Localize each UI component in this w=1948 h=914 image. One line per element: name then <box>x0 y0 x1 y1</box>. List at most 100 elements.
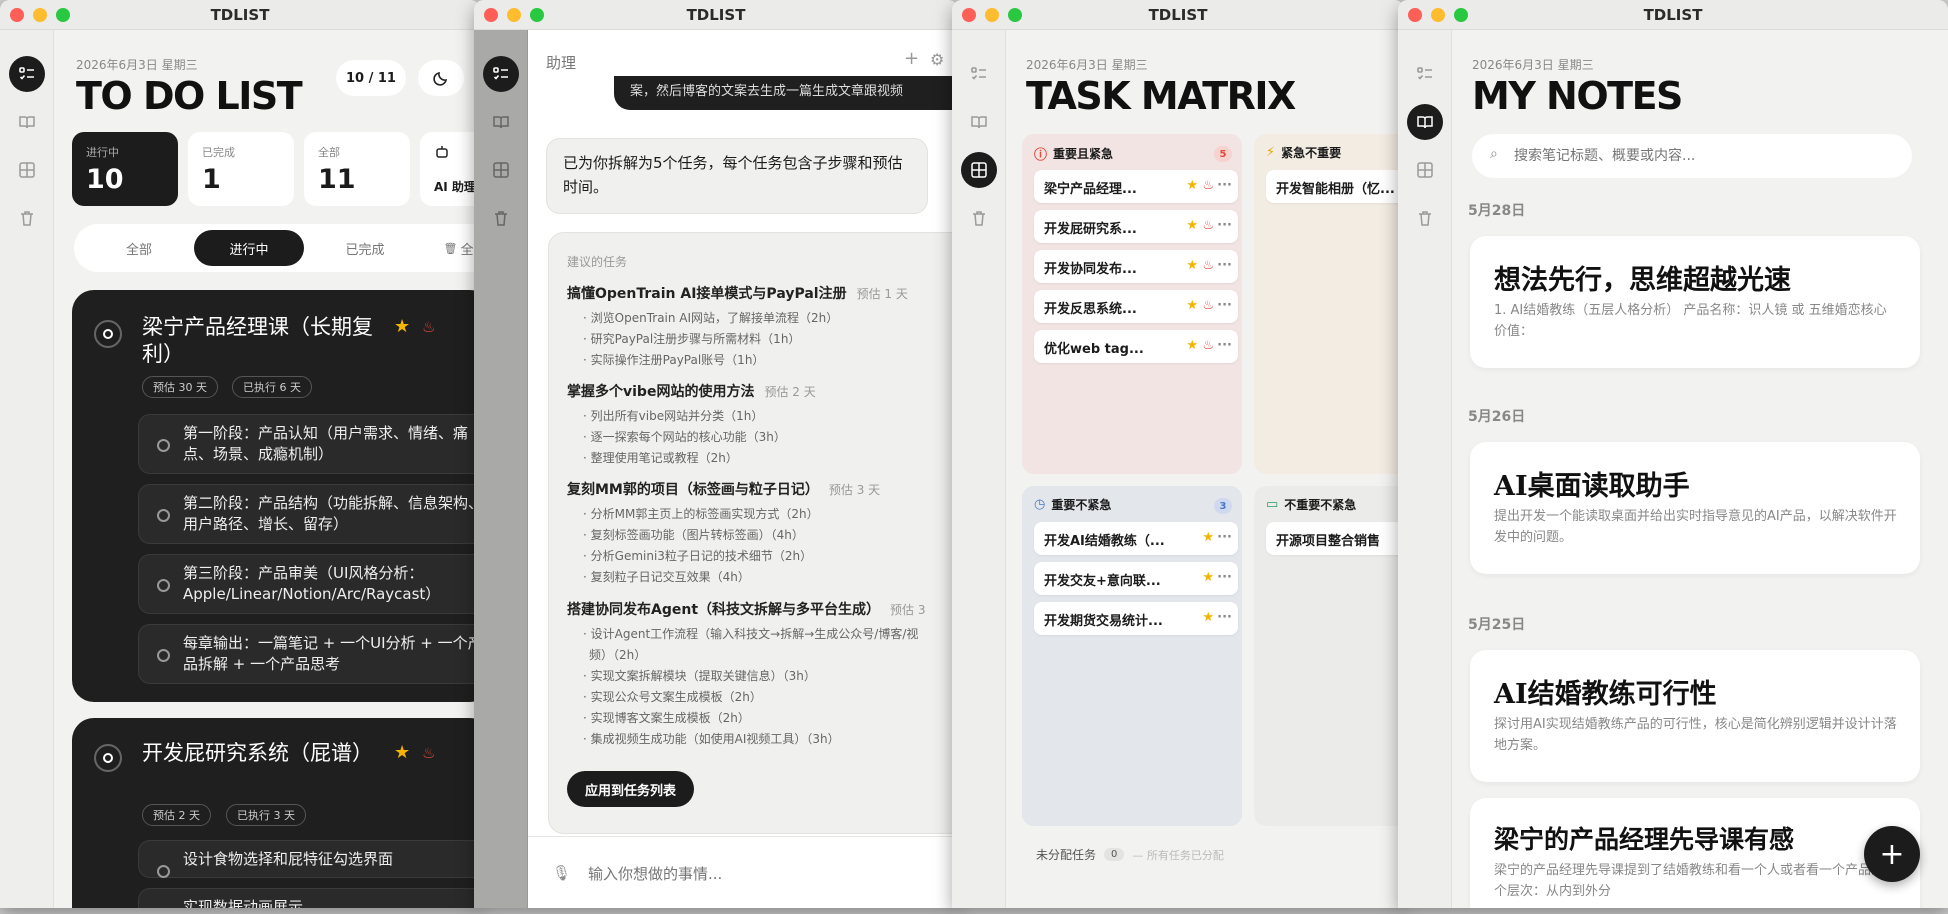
tab-trash-all[interactable]: 🗑全部 <box>430 230 481 266</box>
sidebar-item-notes[interactable] <box>961 104 997 140</box>
more-icon[interactable]: ··· <box>1217 218 1232 233</box>
stat-completed[interactable]: 已完成 1 <box>188 132 294 206</box>
matrix-task[interactable]: 开发屁研究系... ★ ♨ ··· <box>1034 210 1238 243</box>
plus-icon[interactable]: + <box>904 48 919 69</box>
star-icon[interactable]: ★ <box>394 316 410 337</box>
suggested-task-title: 搭建协同发布Agent（科技文拆解与多平台生成） 预估 3 <box>567 602 926 618</box>
progress-counter: 10 / 11 <box>336 60 406 96</box>
sidebar-item-notes[interactable] <box>1407 104 1443 140</box>
estimate-badge: 预估 2 天 <box>142 804 211 826</box>
more-icon[interactable]: ··· <box>1217 610 1232 625</box>
fire-icon[interactable]: ♨ <box>422 744 435 762</box>
matrix-task[interactable]: 优化web tag... ★ ♨ ··· <box>1034 330 1238 363</box>
note-summary: 提出开发一个能读取桌面并给出实时指导意见的AI产品，以解决软件开发中的问题。 <box>1494 509 1897 545</box>
tab-completed[interactable]: 已完成 <box>310 230 420 266</box>
book-icon <box>493 116 509 129</box>
quadrant-important-not-urgent: ◷ 重要不紧急 3 开发AI结婚教练（... ★ ··· 开发交友+意向联... ★ ··… <box>1022 486 1242 826</box>
sidebar-item-trash[interactable] <box>961 200 997 236</box>
stat-all[interactable]: 全部 11 <box>304 132 410 206</box>
sidebar-item-trash[interactable] <box>1407 200 1443 236</box>
sidebar-item-matrix[interactable] <box>961 152 997 188</box>
note-card[interactable]: 想法先行，思维超越光速 1. AI结婚教练（五层人格分析） 产品名称：识人镜 或… <box>1470 236 1920 368</box>
complete-toggle[interactable] <box>94 744 122 772</box>
ai-assistant-button[interactable]: AI 助理 <box>420 132 480 206</box>
task-input[interactable] <box>588 856 928 892</box>
task-card[interactable]: 开发屁研究系统（屁谱） ★ ♨ 预估 2 天 已执行 3 天 设计食物选择和屁特… <box>72 718 480 908</box>
matrix-task[interactable]: 开发反思系统... ★ ♨ ··· <box>1034 290 1238 323</box>
task-step: 频）（2h） <box>589 648 647 662</box>
todo-window: TDLIST 2026年6月3日 星期三 TO DO LIST 10 / 11 … <box>0 0 480 908</box>
star-icon[interactable]: ★ <box>394 742 410 763</box>
tab-all[interactable]: 全部 <box>84 230 194 266</box>
moon-icon <box>433 71 448 86</box>
notes-window: TDLIST 2026年6月3日 星期三 MY NOTES ⌕ 5月28日 想法… <box>1398 0 1948 908</box>
note-card[interactable]: AI桌面读取助手 提出开发一个能读取桌面并给出实时指导意见的AI产品，以解决软件… <box>1470 442 1920 574</box>
more-icon[interactable]: ··· <box>1217 298 1232 313</box>
note-card[interactable]: AI结婚教练可行性 探讨用AI实现结婚教练产品的可行性，核心是简化辨别逻辑并设计… <box>1470 650 1920 782</box>
sidebar-item-todo[interactable] <box>1407 56 1443 92</box>
microphone-icon[interactable]: 🎙 <box>552 864 571 882</box>
theme-toggle[interactable] <box>418 60 464 96</box>
subtask-item[interactable]: 实现数据动画展示 <box>138 888 480 908</box>
apply-button[interactable]: 应用到任务列表 <box>567 771 695 807</box>
subtask-item[interactable]: 第一阶段：产品认知（用户需求、情绪、痛点、场景、成瘾机制） <box>138 414 480 474</box>
sidebar-item-todo[interactable] <box>961 56 997 92</box>
sidebar-item-todo[interactable] <box>9 56 45 92</box>
title-bar: TDLIST <box>952 0 1404 30</box>
sidebar-item-notes[interactable] <box>9 104 45 140</box>
note-card[interactable]: 梁宁的产品经理先导课有感 梁宁的产品经理先导课提到了结婚教练和看一个人或者看一个… <box>1470 798 1920 908</box>
more-icon[interactable]: ··· <box>1217 570 1232 585</box>
task-step: · 设计Agent工作流程（输入科技文→拆解→生成公众号/博客/视 <box>583 627 919 641</box>
stat-in-progress[interactable]: 进行中 10 <box>72 132 178 206</box>
book-icon <box>971 116 987 129</box>
grid-icon <box>971 162 987 178</box>
task-card[interactable]: 梁宁产品经理课（长期复利） ★ ♨ 预估 30 天 已执行 6 天 第一阶段：产… <box>72 290 480 702</box>
book-icon <box>19 116 35 129</box>
quadrant-header: ⓘ 重要且紧急 <box>1034 144 1113 163</box>
sidebar-item-notes[interactable] <box>483 104 519 140</box>
matrix-task[interactable]: 开发交友+意向联... ★ ··· <box>1034 562 1238 595</box>
matrix-task[interactable]: 开发智能相册（忆... <box>1266 170 1404 203</box>
trash-icon: 🗑 <box>443 241 458 255</box>
suggested-task-title: 掌握多个vibe网站的使用方法 预估 2 天 <box>567 384 816 400</box>
sidebar-item-todo[interactable] <box>483 56 519 92</box>
star-icon: ★ <box>1186 218 1198 233</box>
matrix-task[interactable]: 梁宁产品经理... ★ ♨ ··· <box>1034 170 1238 203</box>
task-step: · 复刻标签画功能（图片转标签画）（4h） <box>583 528 804 542</box>
quadrant-header: ⚡ 紧急不重要 <box>1266 145 1342 160</box>
fire-icon[interactable]: ♨ <box>422 318 435 336</box>
task-step: · 实际操作注册PayPal账号（1h） <box>583 353 765 367</box>
sidebar-item-matrix[interactable] <box>483 152 519 188</box>
search-bar[interactable]: ⌕ <box>1472 134 1912 178</box>
list-icon <box>971 67 986 80</box>
task-step: · 列出所有vibe网站并分类（1h） <box>583 409 764 423</box>
matrix-task[interactable]: 开发协同发布... ★ ♨ ··· <box>1034 250 1238 283</box>
subtask-item[interactable]: 第二阶段：产品结构（功能拆解、信息架构、用户路径、增长、留存） <box>138 484 480 544</box>
elapsed-badge: 已执行 6 天 <box>232 376 312 398</box>
sidebar-item-trash[interactable] <box>483 200 519 236</box>
more-icon[interactable]: ··· <box>1217 530 1232 545</box>
subtask-item[interactable]: 设计食物选择和屁特征勾选界面 <box>138 840 480 878</box>
count-badge: 3 <box>1214 498 1232 514</box>
matrix-task[interactable]: 开源项目整合销售 <box>1266 522 1404 555</box>
date-group-header: 5月25日 <box>1468 617 1526 633</box>
sidebar-item-matrix[interactable] <box>1407 152 1443 188</box>
task-step: · 浏览OpenTrain AI网站，了解接单流程（2h） <box>583 311 839 325</box>
more-icon[interactable]: ··· <box>1217 178 1232 193</box>
search-input[interactable] <box>1514 142 1894 170</box>
add-note-button[interactable]: + <box>1864 826 1920 882</box>
date-label: 2026年6月3日 星期三 <box>1026 58 1148 72</box>
matrix-task[interactable]: 开发AI结婚教练（... ★ ··· <box>1034 522 1238 555</box>
complete-toggle[interactable] <box>94 320 122 348</box>
sidebar-item-matrix[interactable] <box>9 152 45 188</box>
subtask-item[interactable]: 每章输出：一篇笔记 + 一个UI分析 + 一个产品拆解 + 一个产品思考 <box>138 624 480 684</box>
subtask-item[interactable]: 第三阶段：产品审美（UI风格分析：Apple/Linear/Notion/Arc… <box>138 554 480 614</box>
clock-icon: ◷ <box>1034 497 1046 512</box>
matrix-task[interactable]: 开发期货交易统计... ★ ··· <box>1034 602 1238 635</box>
sidebar-item-trash[interactable] <box>9 200 45 236</box>
tab-in-progress[interactable]: 进行中 <box>194 230 304 266</box>
more-icon[interactable]: ··· <box>1217 258 1232 273</box>
more-icon[interactable]: ··· <box>1217 338 1232 353</box>
gear-icon[interactable]: ⚙ <box>930 50 944 69</box>
matrix-window: TDLIST 2026年6月3日 星期三 TASK MATRIX ⓘ 重要且紧急 … <box>952 0 1404 908</box>
